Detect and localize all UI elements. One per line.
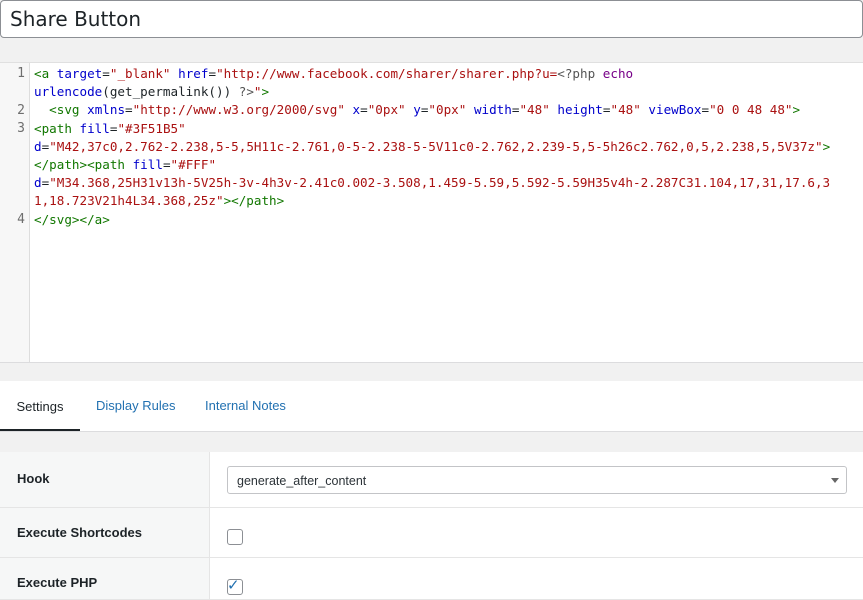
execute-php-label: Execute PHP [17, 575, 98, 590]
settings-table: Hook generate_after_content Execute Shor… [0, 452, 863, 600]
checkmark-icon: ✓ [227, 577, 240, 594]
hook-label-cell: Hook [0, 452, 210, 507]
execute-shortcodes-label: Execute Shortcodes [17, 525, 142, 540]
execute-shortcodes-row: Execute Shortcodes [0, 508, 863, 558]
execute-php-label-cell: Execute PHP [0, 558, 210, 599]
line-number: 2 [17, 103, 25, 118]
code-editor[interactable]: 1 2 3 4 <a target="_blank" href="http://… [0, 62, 863, 363]
execute-php-checkbox[interactable]: ✓ [227, 577, 243, 595]
title-field[interactable] [0, 0, 863, 38]
execute-shortcodes-label-cell: Execute Shortcodes [0, 508, 210, 557]
tab-settings[interactable]: Settings [0, 381, 80, 431]
line-number: 3 [17, 121, 25, 136]
hook-select-value: generate_after_content [237, 474, 367, 488]
hook-select[interactable]: generate_after_content [227, 466, 847, 494]
tab-internal-notes[interactable]: Internal Notes [205, 381, 286, 431]
line-number-gutter: 1 2 3 4 [0, 63, 30, 362]
settings-tabs: Settings Display Rules Internal Notes [0, 381, 863, 432]
tab-display-rules[interactable]: Display Rules [96, 381, 175, 431]
execute-php-row: Execute PHP ✓ [0, 558, 863, 600]
hook-row: Hook generate_after_content [0, 452, 863, 508]
code-content[interactable]: <a target="_blank" href="http://www.face… [34, 65, 830, 229]
title-input[interactable] [1, 1, 859, 37]
execute-shortcodes-checkbox[interactable] [227, 529, 243, 545]
chevron-down-icon [831, 478, 839, 483]
hook-label: Hook [17, 471, 50, 486]
line-number: 1 [17, 66, 25, 81]
line-number: 4 [17, 212, 25, 227]
